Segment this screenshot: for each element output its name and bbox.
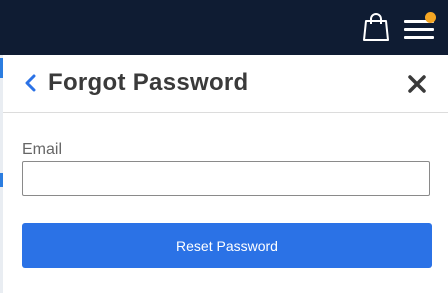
top-navigation-bar [0, 0, 448, 55]
email-label: Email [22, 141, 63, 158]
shopping-bag-icon[interactable] [362, 12, 390, 42]
reset-password-button[interactable]: Reset Password [22, 223, 432, 268]
forgot-password-panel: Forgot Password Email Reset Password [3, 55, 448, 293]
chevron-left-icon[interactable] [23, 74, 37, 92]
page: Forgot Password Email Reset Password [0, 0, 448, 293]
notification-dot [425, 12, 436, 23]
email-field[interactable] [22, 161, 430, 196]
close-icon[interactable] [407, 74, 427, 94]
panel-title: Forgot Password [48, 69, 249, 96]
panel-header: Forgot Password [3, 55, 448, 113]
